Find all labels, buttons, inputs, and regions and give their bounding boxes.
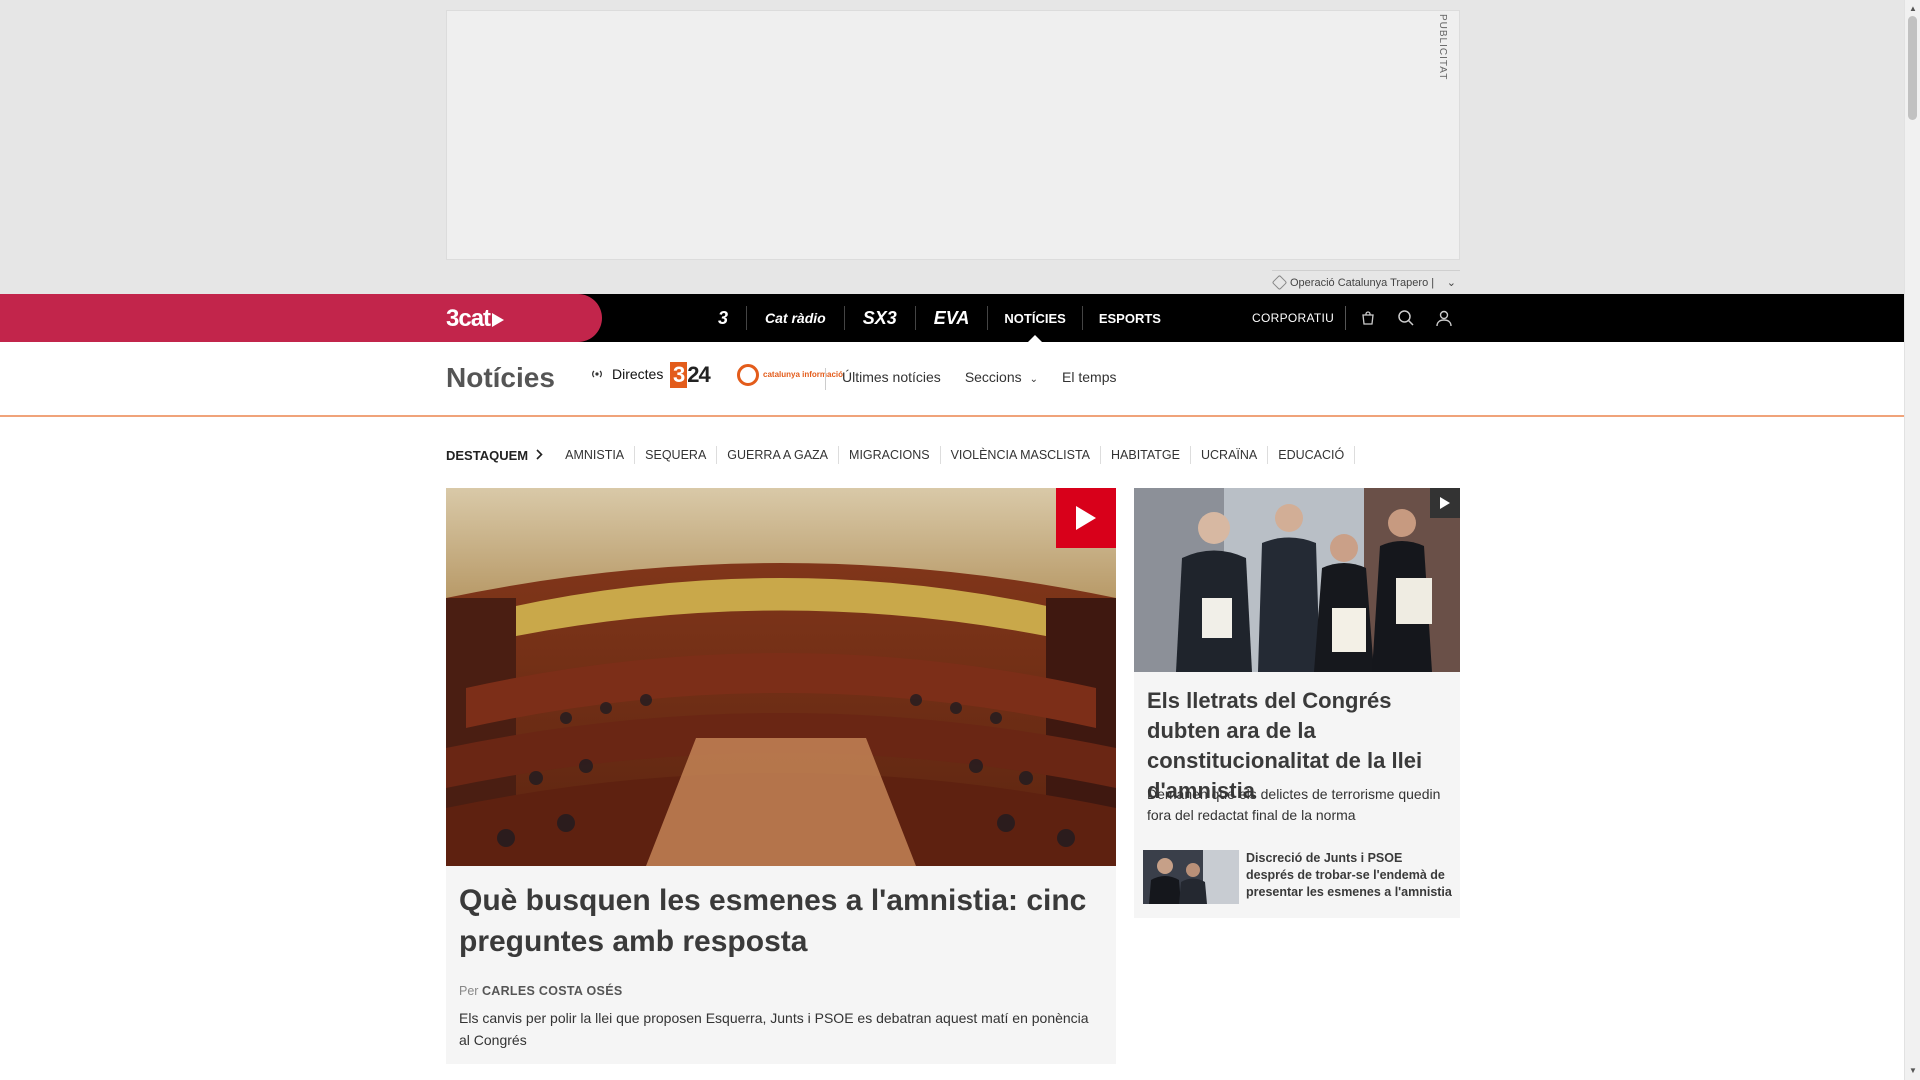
link-seccions[interactable]: Seccions ⌄ (965, 369, 1038, 385)
channel-logo-catradio[interactable]: Cat ràdio (747, 306, 845, 330)
main-article-card[interactable]: Què busquen les esmenes a l'amnistia: ci… (446, 488, 1116, 1064)
scroll-down-icon[interactable]: ▼ (1909, 1066, 1917, 1075)
shop-bag-icon[interactable] (1358, 308, 1378, 328)
user-icon[interactable] (1434, 308, 1454, 328)
tags-label[interactable]: DESTAQUEM (446, 448, 543, 463)
scroll-thumb[interactable] (1908, 16, 1917, 120)
ci-logo-text: catalunya informació (763, 370, 844, 379)
main-article-byline: Per CARLES COSTA OSÉS (459, 984, 622, 998)
ad-label: PUBLICITAT (1437, 14, 1448, 81)
page-scrollbar[interactable]: ▲ ▼ (1904, 0, 1920, 1080)
chevron-down-icon: ⌄ (1029, 374, 1039, 385)
brand-logo-text: 3cat (446, 305, 491, 332)
related-article-image[interactable] (1143, 850, 1239, 904)
highlight-tags: DESTAQUEM AMNISTIA SEQUERA GUERRA A GAZA… (446, 446, 1356, 464)
brand-arrow-icon (492, 312, 505, 327)
author-link[interactable]: CARLES COSTA OSÉS (482, 984, 623, 998)
logo-324-number: 24 (687, 362, 711, 387)
header-divider (825, 368, 826, 390)
tags-label-text: DESTAQUEM (446, 447, 529, 463)
ad-band: PUBLICITAT Operació Catalunya Trapero | … (0, 0, 1904, 294)
ad-sponsor-text: Operació Catalunya Trapero | (1290, 276, 1435, 289)
tag-icon (1271, 274, 1288, 291)
logo-324[interactable]: 3 24 (670, 362, 711, 388)
nav-corporatiu[interactable]: CORPORATIU (1252, 294, 1334, 342)
link-el-temps[interactable]: El temps (1062, 369, 1116, 385)
logo-catalunya-informacio[interactable]: catalunya informació (737, 364, 843, 386)
nav-divider (1345, 306, 1346, 330)
nav-esports[interactable]: ESPORTS (1083, 294, 1177, 342)
scroll-up-icon[interactable]: ▲ (1909, 4, 1917, 13)
tag-ucraina[interactable]: UCRAÏNA (1191, 446, 1269, 464)
main-article-title[interactable]: Què busquen les esmenes a l'amnistia: ci… (459, 880, 1099, 962)
video-icon[interactable] (1430, 488, 1460, 518)
section-links: Últimes notícies Seccions ⌄ El temps (842, 369, 1116, 385)
side-article-card[interactable]: Els lletrats del Congrés dubten ara de l… (1134, 488, 1460, 918)
tag-sequera[interactable]: SEQUERA (635, 446, 718, 464)
chevron-down-icon[interactable]: ⌄ (1447, 276, 1456, 289)
search-icon[interactable] (1396, 308, 1416, 328)
brand-logo[interactable]: 3cat (446, 305, 505, 333)
tag-habitatge[interactable]: HABITATGE (1101, 446, 1191, 464)
directes-link[interactable]: Directes (590, 366, 663, 382)
ad-sponsor-bar[interactable]: Operació Catalunya Trapero | ⌄ (1271, 270, 1460, 294)
channel-logo-eva[interactable]: EVA (916, 306, 989, 330)
ad-slot[interactable] (446, 10, 1460, 260)
section-header: Notícies Directes 3 24 catalunya informac… (0, 342, 1904, 417)
tag-guerra-a-gaza[interactable]: GUERRA A GAZA (717, 446, 840, 464)
link-ultimes-noticies[interactable]: Últimes notícies (842, 369, 941, 385)
tag-violencia-masclista[interactable]: VIOLÈNCIA MASCLISTA (941, 446, 1101, 464)
tag-amnistia[interactable]: AMNISTIA (555, 446, 636, 464)
channel-logo-3[interactable]: 3 (700, 306, 748, 330)
tag-educacio[interactable]: EDUCACIÓ (1268, 446, 1356, 464)
logo-324-three: 3 (670, 362, 688, 388)
ci-circle-icon (737, 364, 759, 386)
main-article-image[interactable] (446, 488, 1116, 866)
side-article-description: Demanen que els delictes de terrorisme q… (1147, 786, 1441, 823)
page-title[interactable]: Notícies (446, 362, 555, 394)
main-article-description: Els canvis per polir la llei que propose… (459, 1010, 1089, 1048)
chevron-right-icon (536, 448, 543, 463)
brand-block: 3cat (0, 294, 602, 342)
channel-logo-sx3[interactable]: SX3 (845, 306, 916, 330)
directes-label: Directes (612, 366, 664, 382)
byline-prefix: Per (459, 984, 479, 998)
live-broadcast-icon (590, 369, 604, 379)
play-icon[interactable] (1056, 488, 1116, 548)
related-article[interactable]: Discreció de Junts i PSOE després de tro… (1143, 850, 1453, 904)
nav-noticies[interactable]: NOTÍCIES (988, 294, 1081, 342)
link-seccions-label: Seccions (964, 369, 1022, 385)
related-article-title[interactable]: Discreció de Junts i PSOE després de tro… (1246, 850, 1453, 904)
channel-logos: 3 Cat ràdio SX3 EVA NOTÍCIES ESPORTS (700, 294, 1177, 342)
top-icons (1358, 294, 1454, 342)
side-article-image[interactable] (1134, 488, 1460, 672)
top-navigation: 3cat 3 Cat ràdio SX3 EVA NOTÍCIES ESPORT… (0, 294, 1904, 342)
tag-migracions[interactable]: MIGRACIONS (839, 446, 941, 464)
